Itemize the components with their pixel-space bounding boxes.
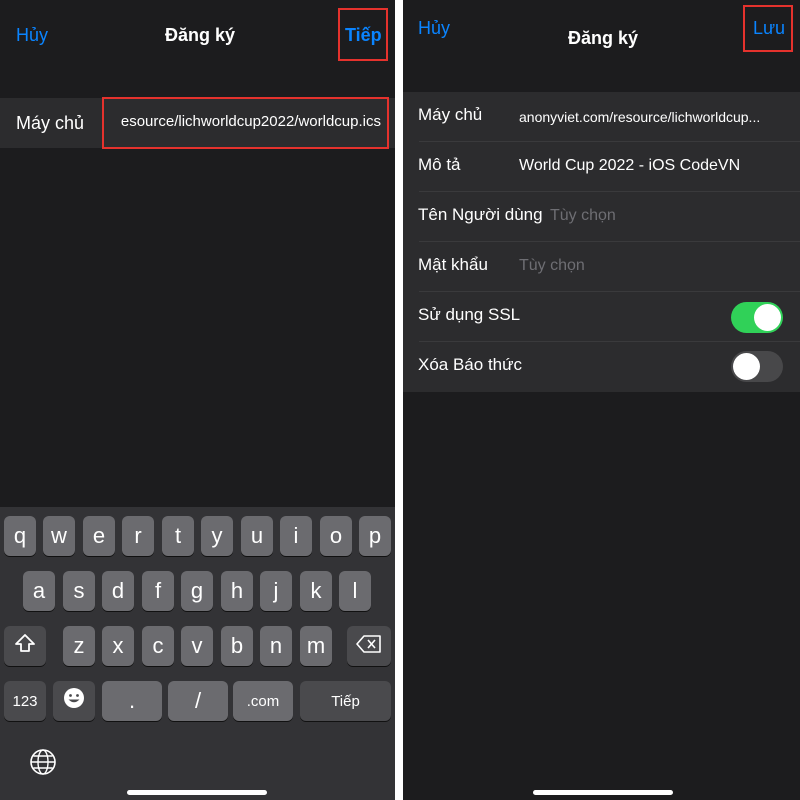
cancel-button[interactable]: Hủy [16, 25, 48, 46]
server-row: Máy chủ anonyviet.com/resource/lichworld… [403, 92, 800, 142]
key-q[interactable]: q [4, 516, 36, 556]
key-e[interactable]: e [83, 516, 115, 556]
page-title: Đăng ký [568, 28, 639, 48]
description-label: Mô tả [418, 155, 461, 174]
key-j[interactable]: j [260, 571, 292, 611]
username-row: Tên Người dùng Tùy chọn [403, 192, 800, 242]
username-input[interactable]: Tùy chọn [550, 207, 616, 225]
shift-key[interactable] [4, 626, 46, 666]
numbers-key[interactable]: 123 [4, 681, 46, 721]
description-value[interactable]: World Cup 2022 - iOS CodeVN [519, 157, 740, 175]
globe-icon[interactable] [29, 748, 57, 781]
key-o[interactable]: o [320, 516, 352, 556]
password-input[interactable]: Tùy chọn [519, 257, 585, 275]
page-title: Đăng ký [165, 25, 236, 45]
shift-icon [14, 633, 36, 659]
backspace-icon [356, 633, 382, 659]
key-i[interactable]: i [280, 516, 312, 556]
dot-key[interactable]: . [102, 681, 162, 721]
key-h[interactable]: h [221, 571, 253, 611]
emoji-icon [62, 686, 86, 716]
emoji-key[interactable] [53, 681, 95, 721]
key-z[interactable]: z [63, 626, 95, 666]
slash-key[interactable]: / [168, 681, 228, 721]
toggle-knob [733, 353, 760, 380]
key-g[interactable]: g [181, 571, 213, 611]
ssl-label: Sử dụng SSL [418, 305, 521, 324]
left-screen: Hủy Đăng ký Tiếp Máy chủ esource/lichwor… [0, 0, 395, 800]
home-indicator [533, 790, 673, 795]
home-indicator [127, 790, 267, 795]
return-key[interactable]: Tiếp [300, 681, 391, 721]
highlight-box-next [338, 8, 388, 61]
key-k[interactable]: k [300, 571, 332, 611]
key-b[interactable]: b [221, 626, 253, 666]
username-label: Tên Người dùng [418, 205, 543, 224]
toggle-knob [754, 304, 781, 331]
server-label: Máy chủ [418, 105, 483, 124]
cancel-button[interactable]: Hủy [418, 18, 450, 39]
password-label: Mật khẩu [418, 255, 488, 274]
key-u[interactable]: u [241, 516, 273, 556]
key-t[interactable]: t [162, 516, 194, 556]
key-l[interactable]: l [339, 571, 371, 611]
key-y[interactable]: y [201, 516, 233, 556]
password-row: Mật khẩu Tùy chọn [403, 242, 800, 292]
key-p[interactable]: p [359, 516, 391, 556]
server-label: Máy chủ [16, 113, 85, 133]
remove-alarms-row: Xóa Báo thức [403, 342, 800, 392]
key-s[interactable]: s [63, 571, 95, 611]
key-m[interactable]: m [300, 626, 332, 666]
backspace-key[interactable] [347, 626, 391, 666]
account-form: Máy chủ anonyviet.com/resource/lichworld… [403, 92, 800, 392]
ssl-toggle[interactable] [731, 302, 783, 333]
highlight-box-server [102, 97, 389, 149]
ssl-row: Sử dụng SSL [403, 292, 800, 342]
key-d[interactable]: d [102, 571, 134, 611]
dotcom-key[interactable]: .com [233, 681, 293, 721]
key-v[interactable]: v [181, 626, 213, 666]
key-r[interactable]: r [122, 516, 154, 556]
remove-alarms-label: Xóa Báo thức [418, 355, 523, 374]
highlight-box-save [743, 5, 793, 52]
server-value[interactable]: anonyviet.com/resource/lichworldcup... [519, 109, 760, 125]
key-w[interactable]: w [43, 516, 75, 556]
key-n[interactable]: n [260, 626, 292, 666]
key-c[interactable]: c [142, 626, 174, 666]
description-row: Mô tả World Cup 2022 - iOS CodeVN [403, 142, 800, 192]
key-x[interactable]: x [102, 626, 134, 666]
key-a[interactable]: a [23, 571, 55, 611]
remove-alarms-toggle[interactable] [731, 351, 783, 382]
keyboard: q w e r t y u i o p a s d f g h j k l z … [0, 507, 395, 800]
key-f[interactable]: f [142, 571, 174, 611]
right-screen: Hủy Đăng ký Lưu Máy chủ anonyviet.com/re… [403, 0, 800, 800]
